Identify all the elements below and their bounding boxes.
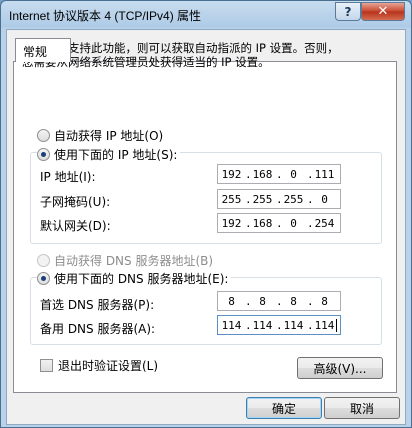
radio-auto-dns-label: 自动获得 DNS 服务器地址(B) <box>54 254 214 268</box>
ip-octet: 0 <box>290 167 297 181</box>
radio-manual-ip[interactable]: 使用下面的 IP 地址(S): <box>37 146 181 163</box>
ip-octet: 255 <box>252 192 273 206</box>
radio-manual-dns-label: 使用下面的 DNS 服务器地址(E): <box>54 272 229 286</box>
ip-octet: 114 <box>221 318 242 332</box>
ip-octet: 8 <box>259 294 266 308</box>
title-bar[interactable]: Internet 协议版本 4 (TCP/IPv4) 属性 ? ✕ <box>1 1 411 29</box>
checkbox-box-icon <box>40 359 53 372</box>
validate-on-exit-checkbox[interactable]: 退出时验证设置(L) <box>40 357 158 374</box>
radio-manual-ip-label: 使用下面的 IP 地址(S): <box>54 148 178 162</box>
radio-manual-dns[interactable]: 使用下面的 DNS 服务器地址(E): <box>37 270 232 287</box>
ip-octet: 0 <box>290 216 297 230</box>
ip-octet: 192 <box>221 167 242 181</box>
ip-octet: 114 <box>252 318 273 332</box>
ip-octet: 168 <box>252 216 273 230</box>
preferred-dns-label: 首选 DNS 服务器(P): <box>40 298 155 312</box>
alternate-dns-label: 备用 DNS 服务器(A): <box>40 322 156 336</box>
text-caret <box>336 319 337 332</box>
ip-octet: 255 <box>283 192 304 206</box>
intro-line-1: 如果网络支持此功能，则可以获取自动指派的 IP 设置。否则， <box>22 41 339 55</box>
ip-octet: 168 <box>252 167 273 181</box>
help-button[interactable]: ? <box>335 2 361 21</box>
ok-button[interactable]: 确定 <box>246 397 322 419</box>
ip-octet: 254 <box>314 216 335 230</box>
advanced-button[interactable]: 高级(V)... <box>297 357 383 379</box>
radio-auto-ip[interactable]: 自动获得 IP 地址(O) <box>37 127 163 144</box>
close-button[interactable]: ✕ <box>361 2 405 21</box>
default-gateway-input[interactable]: 192. 168. 0. 254 <box>217 213 341 233</box>
radio-selected-icon <box>37 148 50 161</box>
ip-octet: 114 <box>314 318 335 332</box>
radio-circle-icon <box>37 129 50 142</box>
intro-line-2: 您需要从网络系统管理员处获得适当的 IP 设置。 <box>22 55 270 69</box>
cancel-button[interactable]: 取消 <box>324 397 400 419</box>
tab-general[interactable]: 常规 <box>15 38 71 62</box>
ip-octet: 8 <box>228 294 235 308</box>
radio-selected-icon <box>37 272 50 285</box>
ip-address-input[interactable]: 192. 168. 0. 111 <box>217 164 341 184</box>
default-gateway-label: 默认网关(D): <box>40 219 111 233</box>
ip-octet: 255 <box>221 192 242 206</box>
ip-octet: 192 <box>221 216 242 230</box>
ip-address-label: IP 地址(I): <box>40 170 96 184</box>
radio-auto-ip-label: 自动获得 IP 地址(O) <box>54 129 164 143</box>
preferred-dns-input[interactable]: 8. 8. 8. 8 <box>217 291 341 311</box>
ip-octet: 114 <box>283 318 304 332</box>
alternate-dns-input[interactable]: 114. 114. 114. 114 <box>217 315 341 335</box>
radio-auto-dns[interactable]: 自动获得 DNS 服务器地址(B) <box>37 252 213 269</box>
radio-circle-icon <box>37 254 50 267</box>
window-title: Internet 协议版本 4 (TCP/IPv4) 属性 <box>9 9 202 23</box>
validate-on-exit-label: 退出时验证设置(L) <box>58 359 159 373</box>
ip-octet: 111 <box>314 167 335 181</box>
intro-text: 如果网络支持此功能，则可以获取自动指派的 IP 设置。否则， 您需要从网络系统管… <box>22 41 362 69</box>
ip-octet: 0 <box>321 192 328 206</box>
subnet-mask-label: 子网掩码(U): <box>40 195 111 209</box>
ip-octet: 8 <box>290 294 297 308</box>
ip-octet: 8 <box>321 294 328 308</box>
subnet-mask-input[interactable]: 255. 255. 255. 0 <box>217 189 341 209</box>
